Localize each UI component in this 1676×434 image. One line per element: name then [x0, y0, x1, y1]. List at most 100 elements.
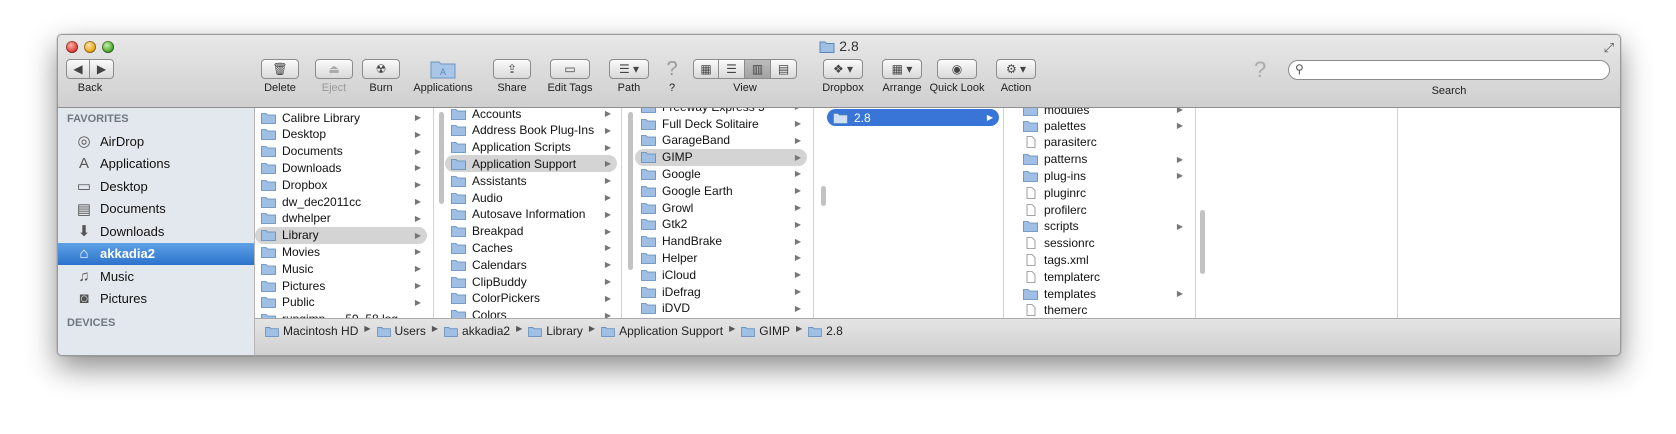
fullscreen-icon[interactable]: ⤢ [1604, 40, 1614, 56]
list-item[interactable]: 2.8 ▶ [827, 109, 999, 126]
list-item[interactable]: pluginrc [1017, 184, 1189, 201]
list-item[interactable]: Calibre Library ▶ [255, 109, 427, 126]
quicklook-button[interactable]: ◉ [937, 59, 977, 79]
list-item[interactable]: HandBrake ▶ [635, 233, 807, 250]
list-item[interactable]: tags.xml [1017, 251, 1189, 268]
folder-icon [451, 209, 466, 221]
path-segment[interactable]: GIMP [741, 324, 790, 338]
view-icon-button[interactable]: ▦ [693, 59, 719, 79]
list-item[interactable]: dwhelper ▶ [255, 210, 427, 227]
list-item[interactable]: dw_dec2011cc ▶ [255, 193, 427, 210]
arrange-button[interactable]: ▦ ▾ [882, 59, 922, 79]
item-name: Downloads [282, 160, 342, 175]
sidebar-item-desktop[interactable]: ▭ Desktop [58, 175, 254, 197]
search-input[interactable]: ⚲ [1288, 60, 1610, 80]
path-segment[interactable]: Users [376, 324, 426, 338]
sidebar-item-downloads[interactable]: ⬇ Downloads [58, 220, 254, 242]
list-item[interactable]: Downloads ▶ [255, 159, 427, 176]
list-item[interactable]: Helper ▶ [635, 249, 807, 266]
delete-button[interactable]: 🗑 [261, 59, 299, 79]
list-item[interactable]: rungimp......59_58.log [255, 311, 427, 318]
list-item[interactable]: Assistants ▶ [445, 172, 617, 189]
path-segment[interactable]: Macintosh HD [265, 324, 358, 338]
list-item[interactable]: Movies ▶ [255, 243, 427, 260]
list-item[interactable]: sessionrc [1017, 235, 1189, 252]
sidebar-item-pictures[interactable]: ◙ Pictures [58, 288, 254, 310]
scrollbar-home[interactable] [439, 112, 444, 204]
list-item[interactable]: ColorPickers ▶ [445, 290, 617, 307]
list-item[interactable]: Calendars ▶ [445, 256, 617, 273]
list-item[interactable]: palettes ▶ [1017, 117, 1189, 134]
list-item[interactable]: Autosave Information ▶ [445, 206, 617, 223]
list-item[interactable]: iCloud ▶ [635, 266, 807, 283]
view-column-button[interactable]: ▥ [745, 59, 771, 79]
list-item[interactable]: Freeway Express 5 ▶ [635, 108, 807, 115]
scrollbar-application-support[interactable] [821, 186, 826, 206]
list-item[interactable]: Pictures ▶ [255, 277, 427, 294]
edit-tags-button[interactable]: ▭ [550, 59, 590, 79]
list-item[interactable]: templates ▶ [1017, 285, 1189, 302]
list-item[interactable]: profilerc [1017, 201, 1189, 218]
list-item[interactable]: plug-ins ▶ [1017, 167, 1189, 184]
list-item[interactable]: ClipBuddy ▶ [445, 273, 617, 290]
action-button[interactable]: ⚙ ▾ [996, 59, 1036, 79]
list-item[interactable]: Library ▶ [255, 226, 427, 244]
back-button[interactable]: ◀ [66, 59, 90, 79]
eject-button[interactable]: ⏏ [315, 59, 353, 79]
folder-icon [641, 303, 656, 315]
sidebar-item-documents[interactable]: ▤ Documents [58, 198, 254, 220]
disclosure-arrow-icon: ▶ [604, 209, 611, 219]
disclosure-arrow-icon: ▶ [1176, 221, 1183, 231]
path-segment[interactable]: Library [528, 324, 583, 338]
list-item[interactable]: Caches ▶ [445, 239, 617, 256]
list-item[interactable]: Documents ▶ [255, 143, 427, 160]
list-item[interactable]: Colors ▶ [445, 307, 617, 318]
list-item[interactable]: Accounts ▶ [445, 108, 617, 122]
path-segment[interactable]: akkadia2 [444, 324, 510, 338]
list-item[interactable]: Dropbox ▶ [255, 176, 427, 193]
list-item[interactable]: Application Support ▶ [445, 155, 617, 173]
path-segment[interactable]: Application Support [601, 324, 723, 338]
list-item[interactable]: GIMP ▶ [635, 148, 807, 166]
list-item[interactable]: iDefrag ▶ [635, 283, 807, 300]
list-item[interactable]: GarageBand ▶ [635, 132, 807, 149]
list-item[interactable]: Address Book Plug-Ins ▶ [445, 122, 617, 139]
list-item[interactable]: scripts ▶ [1017, 218, 1189, 235]
list-item[interactable]: parasiterc [1017, 134, 1189, 151]
path-button[interactable]: ☰ ▾ [609, 59, 649, 79]
burn-button[interactable]: ☢ [362, 59, 400, 79]
list-item[interactable]: templaterc [1017, 268, 1189, 285]
list-item[interactable]: Public ▶ [255, 294, 427, 311]
scrollbar-library[interactable] [628, 112, 633, 270]
list-item[interactable]: Breakpad ▶ [445, 223, 617, 240]
list-item[interactable]: Google Earth ▶ [635, 182, 807, 199]
forward-button[interactable]: ▶ [90, 59, 114, 79]
help-icon[interactable]: ? [662, 59, 682, 79]
svg-text:A: A [440, 67, 446, 77]
list-item[interactable]: patterns ▶ [1017, 151, 1189, 168]
list-item[interactable]: Desktop ▶ [255, 126, 427, 143]
list-item[interactable]: Music ▶ [255, 260, 427, 277]
list-item[interactable]: Growl ▶ [635, 199, 807, 216]
list-item[interactable]: Application Scripts ▶ [445, 139, 617, 156]
path-segment[interactable]: 2.8 [808, 324, 843, 338]
list-item[interactable]: Full Deck Solitaire ▶ [635, 115, 807, 132]
sidebar-item-akkadia2[interactable]: ⌂ akkadia2 [58, 242, 254, 265]
sidebar-item-airdrop[interactable]: ◎ AirDrop [58, 130, 254, 152]
scrollbar-2-8[interactable] [1200, 210, 1205, 274]
share-button[interactable]: ⇪ [493, 59, 531, 79]
list-item[interactable]: Gtk2 ▶ [635, 216, 807, 233]
sidebar-item-music[interactable]: ♫ Music [58, 265, 254, 287]
list-item[interactable]: themerc [1017, 302, 1189, 318]
view-list-button[interactable]: ☰ [719, 59, 745, 79]
list-item[interactable]: Google ▶ [635, 165, 807, 182]
list-item[interactable]: Audio ▶ [445, 189, 617, 206]
sidebar-item-applications[interactable]: A Applications [58, 153, 254, 175]
trash-icon: 🗑 [272, 62, 288, 76]
view-coverflow-button[interactable]: ▤ [771, 59, 797, 79]
list-item[interactable]: iDVD ▶ [635, 300, 807, 317]
path-separator-icon: ▶ [364, 324, 371, 333]
applications-button[interactable]: A [408, 59, 478, 79]
applications-label: Applications [413, 82, 473, 94]
dropbox-button[interactable]: ❖ ▾ [823, 59, 863, 79]
